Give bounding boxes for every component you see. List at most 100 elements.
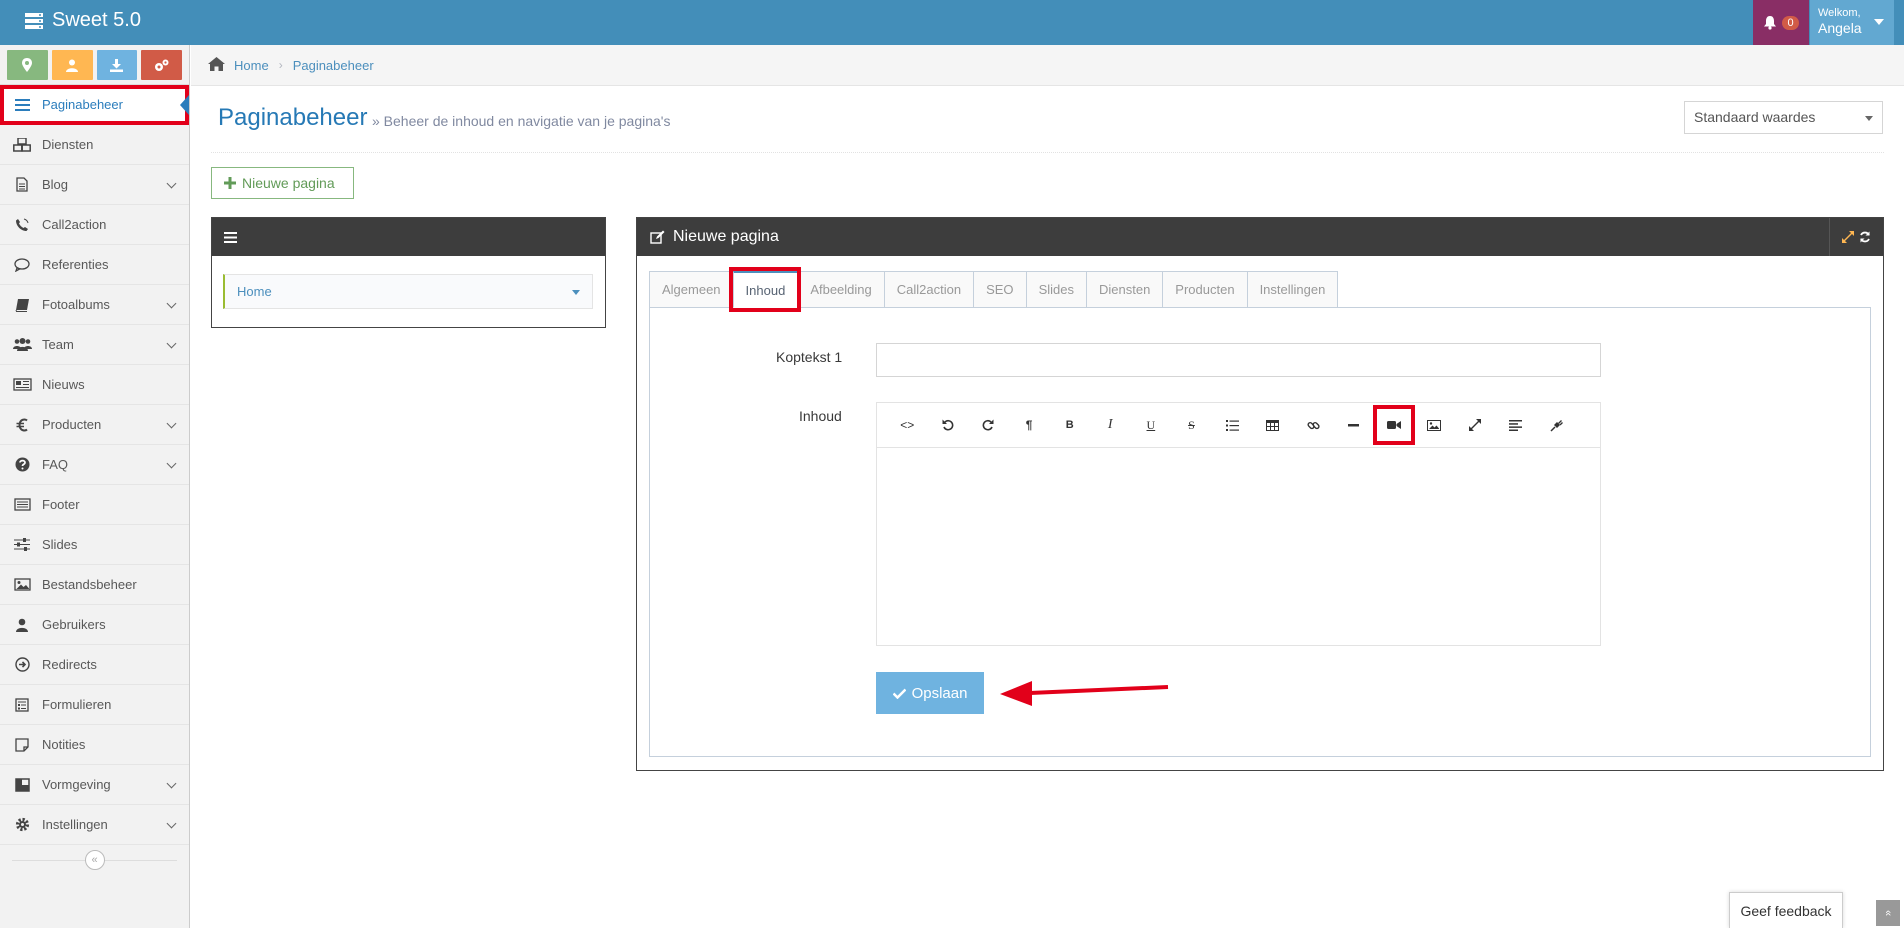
align-button[interactable] (1495, 407, 1536, 443)
redo-button[interactable] (968, 407, 1009, 443)
link-icon (1307, 421, 1320, 429)
plugin-button[interactable] (1536, 407, 1577, 443)
tab-slides[interactable]: Slides (1025, 271, 1086, 308)
sidebar-item-blog[interactable]: Blog (0, 165, 189, 205)
shortcut-download-button[interactable] (96, 50, 138, 80)
tab-diensten[interactable]: Diensten (1085, 271, 1163, 308)
image-button[interactable] (1414, 407, 1455, 443)
shortcut-location-button[interactable] (7, 50, 48, 80)
sidebar-item-bestandsbeheer[interactable]: Bestandsbeheer (0, 565, 189, 605)
code-view-button[interactable]: <> (887, 407, 928, 443)
breadcrumb-current[interactable]: Paginabeheer (293, 58, 374, 73)
editor-content-area[interactable] (877, 448, 1600, 646)
comment-icon (11, 257, 33, 272)
chevron-down-icon (166, 458, 177, 469)
sidebar-item-fotoalbums[interactable]: Fotoalbums (0, 285, 189, 325)
sidebar-item-faq[interactable]: FAQ (0, 445, 189, 485)
sidebar-item-label: Slides (42, 537, 78, 552)
scroll-top-button[interactable]: « (1876, 900, 1900, 926)
sidebar-item-call2action[interactable]: Call2action (0, 205, 189, 245)
check-icon (892, 688, 906, 699)
link-button[interactable] (1293, 407, 1334, 443)
underline-button[interactable]: U (1131, 407, 1172, 443)
header-divider (211, 152, 1884, 153)
tab-algemeen[interactable]: Algemeen (649, 271, 733, 308)
breadcrumb-separator-icon: › (278, 58, 283, 72)
video-button[interactable] (1373, 405, 1416, 445)
expand-icon[interactable] (1842, 231, 1854, 243)
sidebar-item-label: Formulieren (42, 697, 112, 712)
table-button[interactable] (1252, 407, 1293, 443)
koptekst-input[interactable] (876, 343, 1601, 377)
caret-down-icon (1865, 116, 1873, 121)
shortcut-user-button[interactable] (51, 50, 93, 80)
arrow-circle-icon (11, 657, 33, 672)
brand[interactable]: Sweet 5.0 (24, 9, 141, 32)
sidebar-item-producten[interactable]: Producten (0, 405, 189, 445)
breadcrumb-home-link[interactable]: Home (234, 58, 269, 73)
new-page-button[interactable]: Nieuwe pagina (211, 167, 354, 199)
sidebar-item-notities[interactable]: Notities (0, 725, 189, 765)
sidebar-item-team[interactable]: Team (0, 325, 189, 365)
sidebar-item-redirects[interactable]: Redirects (0, 645, 189, 685)
sidebar-item-diensten[interactable]: Diensten (0, 125, 189, 165)
cubes-icon (11, 137, 33, 152)
annotation-arrow-icon (1000, 681, 1169, 706)
tree-item-home[interactable]: Home (223, 274, 593, 309)
sidebar-item-label: Notities (42, 737, 86, 752)
bars-icon (224, 231, 237, 243)
sidebar-item-label: Gebruikers (42, 617, 106, 632)
image-icon (11, 578, 33, 591)
tab-inhoud[interactable]: Inhoud (728, 267, 802, 312)
book-icon (11, 298, 33, 312)
sliders-icon (11, 538, 33, 551)
double-chevron-left-icon[interactable]: « (84, 850, 105, 870)
sidebar-item-instellingen[interactable]: Instellingen (0, 805, 189, 845)
sidebar-item-footer[interactable]: Footer (0, 485, 189, 525)
strikethrough-button[interactable]: S (1171, 407, 1212, 443)
italic-button[interactable]: I (1090, 407, 1131, 443)
euro-icon (11, 418, 33, 432)
caret-down-icon[interactable] (572, 290, 580, 295)
user-icon (11, 618, 33, 632)
double-chevron-up-icon: « (1882, 909, 1894, 917)
shortcut-settings-button[interactable] (141, 50, 182, 80)
defaults-select[interactable]: Standaard waardes (1684, 101, 1883, 134)
underline-icon: U (1146, 417, 1156, 432)
sidebar-item-vormgeving[interactable]: Vormgeving (0, 765, 189, 805)
sidebar-item-gebruikers[interactable]: Gebruikers (0, 605, 189, 645)
fullscreen-button[interactable] (1455, 407, 1496, 443)
undo-button[interactable] (928, 407, 969, 443)
unordered-list-button[interactable] (1212, 407, 1253, 443)
columns-icon (11, 777, 33, 792)
tab-afbeelding[interactable]: Afbeelding (797, 271, 884, 308)
list-icon (11, 98, 33, 111)
user-menu[interactable]: Welkom, Angela (1810, 0, 1894, 45)
save-button[interactable]: Opslaan (876, 672, 984, 714)
page-tree-widget: Home (211, 217, 606, 328)
paragraph-button[interactable]: ¶ (1009, 407, 1050, 443)
sidebar-item-label: Instellingen (42, 817, 108, 832)
tab-producten[interactable]: Producten (1162, 271, 1247, 308)
feedback-button[interactable]: Geef feedback (1729, 892, 1843, 928)
page-form-title: Nieuwe pagina (673, 228, 779, 245)
sidebar-item-paginabeheer[interactable]: Paginabeheer (0, 85, 189, 125)
sidebar-item-formulieren[interactable]: Formulieren (0, 685, 189, 725)
notifications-button[interactable]: 0 (1753, 0, 1809, 45)
strikethrough-icon: S (1188, 417, 1195, 432)
refresh-icon[interactable] (1859, 231, 1871, 243)
sidebar-item-label: Nieuws (42, 377, 85, 392)
edit-icon (650, 230, 665, 244)
sidebar-item-slides[interactable]: Slides (0, 525, 189, 565)
form-icon (11, 697, 33, 712)
sidebar-item-referenties[interactable]: Referenties (0, 245, 189, 285)
page-tree-header (212, 218, 605, 256)
bold-button[interactable]: B (1049, 407, 1090, 443)
horizontal-rule-button[interactable] (1334, 407, 1375, 443)
tab-instellingen[interactable]: Instellingen (1246, 271, 1339, 308)
plug-icon (1550, 419, 1563, 432)
tab-call2action[interactable]: Call2action (883, 271, 974, 308)
sidebar-item-nieuws[interactable]: Nieuws (0, 365, 189, 405)
tab-seo[interactable]: SEO (973, 271, 1026, 308)
gear-icon (11, 817, 33, 832)
